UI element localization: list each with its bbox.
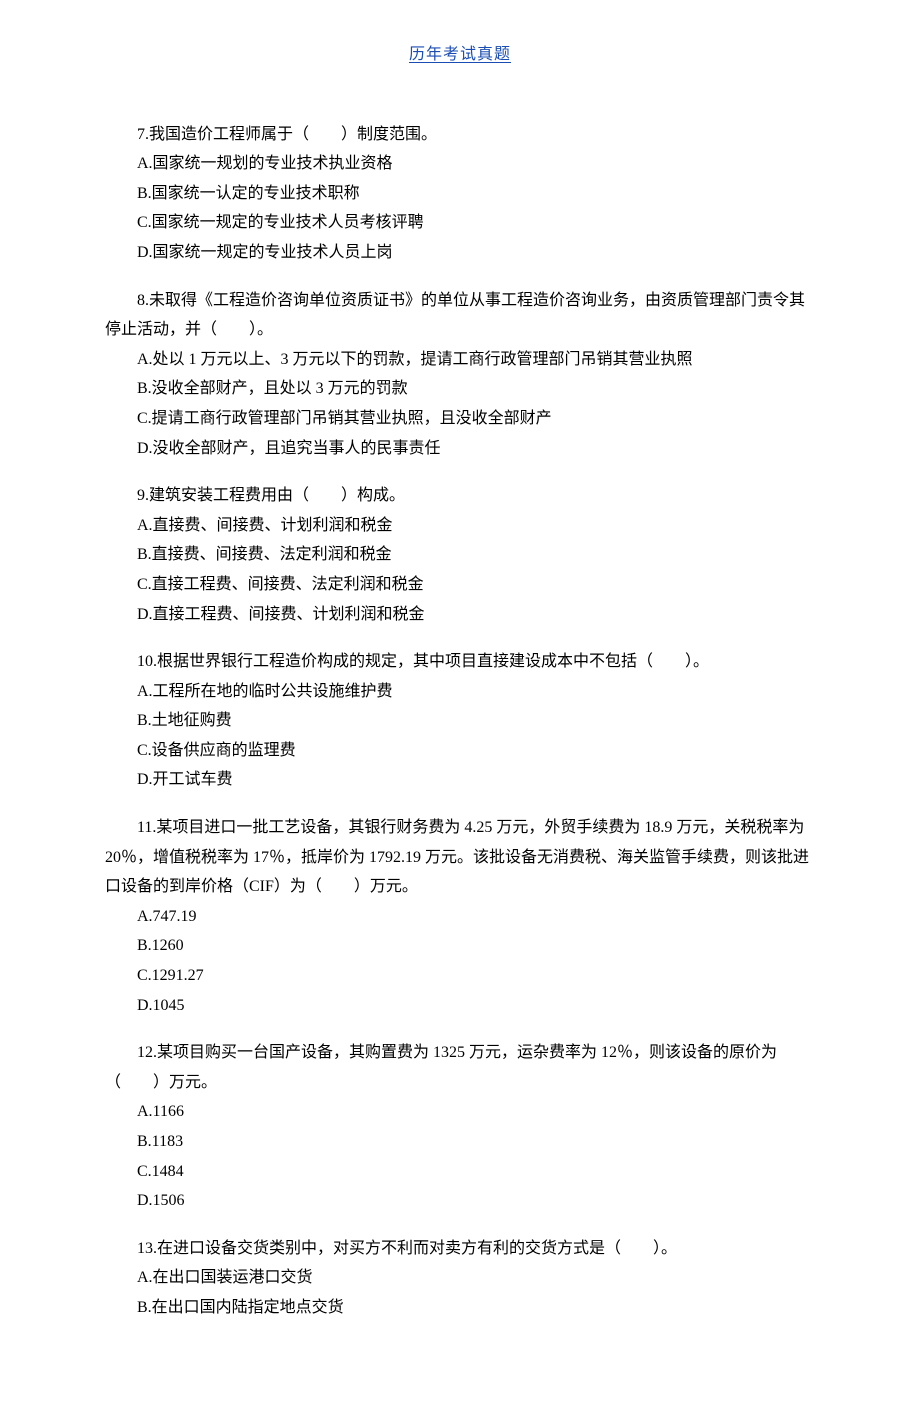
question-stem: 13.在进口设备交货类别中，对买方不利而对卖方有利的交货方式是（ ）。 [105, 1234, 815, 1264]
question-stem: 7.我国造价工程师属于（ ）制度范围。 [105, 120, 815, 150]
option-c: C.提请工商行政管理部门吊销其营业执照，且没收全部财产 [105, 404, 815, 434]
option-b: B.直接费、间接费、法定利润和税金 [105, 540, 815, 570]
option-d: D.国家统一规定的专业技术人员上岗 [105, 238, 815, 268]
option-d: D.开工试车费 [105, 765, 815, 795]
question-10: 10.根据世界银行工程造价构成的规定，其中项目直接建设成本中不包括（ ）。 A.… [105, 647, 815, 795]
option-a: A.直接费、间接费、计划利润和税金 [105, 511, 815, 541]
question-stem: 11.某项目进口一批工艺设备，其银行财务费为 4.25 万元，外贸手续费为 18… [105, 813, 815, 902]
question-12: 12.某项目购买一台国产设备，其购置费为 1325 万元，运杂费率为 12％，则… [105, 1038, 815, 1216]
option-a: A.处以 1 万元以上、3 万元以下的罚款，提请工商行政管理部门吊销其营业执照 [105, 345, 815, 375]
question-stem: 8.未取得《工程造价咨询单位资质证书》的单位从事工程造价咨询业务，由资质管理部门… [105, 286, 815, 345]
option-c: C.1484 [105, 1157, 815, 1187]
option-b: B.没收全部财产，且处以 3 万元的罚款 [105, 374, 815, 404]
option-c: C.1291.27 [105, 961, 815, 991]
question-9: 9.建筑安装工程费用由（ ）构成。 A.直接费、间接费、计划利润和税金 B.直接… [105, 481, 815, 629]
option-a: A.工程所在地的临时公共设施维护费 [105, 677, 815, 707]
option-b: B.土地征购费 [105, 706, 815, 736]
option-c: C.直接工程费、间接费、法定利润和税金 [105, 570, 815, 600]
option-b: B.国家统一认定的专业技术职称 [105, 179, 815, 209]
question-11: 11.某项目进口一批工艺设备，其银行财务费为 4.25 万元，外贸手续费为 18… [105, 813, 815, 1020]
option-d: D.1506 [105, 1186, 815, 1216]
question-7: 7.我国造价工程师属于（ ）制度范围。 A.国家统一规划的专业技术执业资格 B.… [105, 120, 815, 268]
option-b: B.1183 [105, 1127, 815, 1157]
option-a: A.747.19 [105, 902, 815, 932]
question-13: 13.在进口设备交货类别中，对买方不利而对卖方有利的交货方式是（ ）。 A.在出… [105, 1234, 815, 1323]
option-d: D.1045 [105, 991, 815, 1021]
question-stem: 12.某项目购买一台国产设备，其购置费为 1325 万元，运杂费率为 12％，则… [105, 1038, 815, 1097]
option-a: A.在出口国装运港口交货 [105, 1263, 815, 1293]
page-header: 历年考试真题 [105, 40, 815, 70]
option-a: A.国家统一规划的专业技术执业资格 [105, 149, 815, 179]
option-b: B.1260 [105, 931, 815, 961]
option-c: C.设备供应商的监理费 [105, 736, 815, 766]
option-b: B.在出口国内陆指定地点交货 [105, 1293, 815, 1323]
option-d: D.没收全部财产，且追究当事人的民事责任 [105, 434, 815, 464]
page-container: 历年考试真题 7.我国造价工程师属于（ ）制度范围。 A.国家统一规划的专业技术… [0, 0, 920, 1401]
option-a: A.1166 [105, 1097, 815, 1127]
option-d: D.直接工程费、间接费、计划利润和税金 [105, 600, 815, 630]
question-stem: 9.建筑安装工程费用由（ ）构成。 [105, 481, 815, 511]
option-c: C.国家统一规定的专业技术人员考核评聘 [105, 208, 815, 238]
question-8: 8.未取得《工程造价咨询单位资质证书》的单位从事工程造价咨询业务，由资质管理部门… [105, 286, 815, 464]
question-stem: 10.根据世界银行工程造价构成的规定，其中项目直接建设成本中不包括（ ）。 [105, 647, 815, 677]
